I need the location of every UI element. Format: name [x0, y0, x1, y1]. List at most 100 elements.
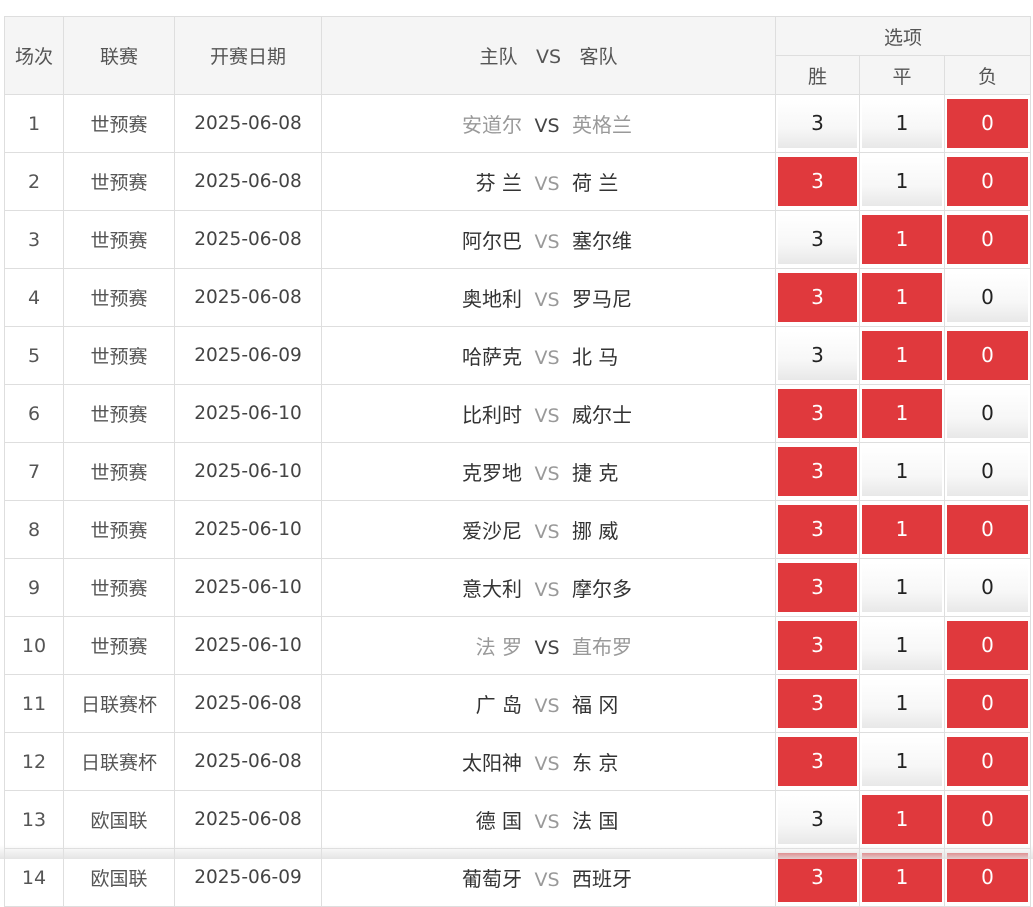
- win-cell: 3: [775, 848, 860, 907]
- win-option-button[interactable]: 3: [778, 389, 857, 438]
- header-home: 主队: [479, 46, 518, 68]
- draw-option-button[interactable]: 1: [862, 621, 942, 670]
- match-date: 2025-06-10: [174, 384, 322, 443]
- match-teams: 奥地利 VS 罗马尼: [321, 268, 776, 327]
- vs-label: VS: [534, 463, 560, 485]
- draw-option-button[interactable]: 1: [862, 853, 942, 902]
- draw-option-button[interactable]: 1: [862, 157, 942, 206]
- win-option-button[interactable]: 3: [778, 795, 857, 844]
- header-date: 开赛日期: [174, 16, 322, 95]
- draw-option-button[interactable]: 1: [862, 447, 942, 496]
- match-index: 4: [4, 268, 64, 327]
- loss-option-button[interactable]: 0: [947, 505, 1029, 554]
- loss-option-button[interactable]: 0: [947, 157, 1029, 206]
- vs-label: VS: [534, 289, 560, 311]
- win-option-button[interactable]: 3: [778, 737, 857, 786]
- home-team: 奥地利: [462, 287, 522, 311]
- home-team: 爱沙尼: [462, 519, 522, 543]
- vs-label: VS: [534, 521, 560, 543]
- match-index: 1: [4, 94, 64, 153]
- loss-cell: 0: [943, 210, 1032, 269]
- league-name: 欧国联: [63, 848, 175, 907]
- match-index: 9: [4, 558, 64, 617]
- loss-option-button[interactable]: 0: [947, 853, 1029, 902]
- header-away: 客队: [579, 46, 618, 68]
- loss-cell: 0: [943, 268, 1032, 327]
- home-team: 克罗地: [462, 461, 522, 485]
- loss-option-button[interactable]: 0: [947, 331, 1029, 380]
- match-teams: 比利时 VS 威尔士: [321, 384, 776, 443]
- win-cell: 3: [775, 384, 860, 443]
- draw-cell: 1: [859, 790, 945, 849]
- match-date: 2025-06-09: [174, 326, 322, 385]
- win-option-button[interactable]: 3: [778, 505, 857, 554]
- draw-option-button[interactable]: 1: [862, 99, 942, 148]
- draw-option-button[interactable]: 1: [862, 215, 942, 264]
- win-option-button[interactable]: 3: [778, 563, 857, 612]
- vs-label: VS: [534, 579, 560, 601]
- draw-option-button[interactable]: 1: [862, 273, 942, 322]
- loss-option-button[interactable]: 0: [947, 795, 1029, 844]
- away-team: 塞尔维: [572, 229, 632, 253]
- match-date: 2025-06-10: [174, 500, 322, 559]
- match-index: 6: [4, 384, 64, 443]
- home-team: 意大利: [462, 577, 522, 601]
- loss-option-button[interactable]: 0: [947, 99, 1029, 148]
- league-name: 日联赛杯: [63, 674, 175, 733]
- vs-label: VS: [534, 231, 560, 253]
- win-option-button[interactable]: 3: [778, 331, 857, 380]
- win-cell: 3: [775, 790, 860, 849]
- draw-option-button[interactable]: 1: [862, 563, 942, 612]
- loss-option-button[interactable]: 0: [947, 621, 1029, 670]
- table-row: 12 日联赛杯 2025-06-08 太阳神 VS 东 京 310: [4, 732, 1032, 791]
- win-option-button[interactable]: 3: [778, 157, 857, 206]
- draw-option-button[interactable]: 1: [862, 505, 942, 554]
- match-teams: 克罗地 VS 捷 克: [321, 442, 776, 501]
- table-row: 2 世预赛 2025-06-08 芬 兰 VS 荷 兰 310: [4, 152, 1032, 211]
- win-option-button[interactable]: 3: [778, 273, 857, 322]
- table-row: 7 世预赛 2025-06-10 克罗地 VS 捷 克 310: [4, 442, 1032, 501]
- table-row: 8 世预赛 2025-06-10 爱沙尼 VS 挪 威 310: [4, 500, 1032, 559]
- away-team: 罗马尼: [572, 287, 632, 311]
- win-option-button[interactable]: 3: [778, 679, 857, 728]
- loss-option-button[interactable]: 0: [947, 273, 1029, 322]
- loss-option-button[interactable]: 0: [947, 737, 1029, 786]
- loss-cell: 0: [943, 674, 1032, 733]
- draw-cell: 1: [859, 152, 945, 211]
- draw-cell: 1: [859, 326, 945, 385]
- win-option-button[interactable]: 3: [778, 447, 857, 496]
- draw-option-button[interactable]: 1: [862, 737, 942, 786]
- loss-option-button[interactable]: 0: [947, 447, 1029, 496]
- loss-option-button[interactable]: 0: [947, 679, 1029, 728]
- win-option-button[interactable]: 3: [778, 853, 857, 902]
- vs-label: VS: [534, 753, 560, 775]
- vs-label: VS: [534, 637, 560, 659]
- draw-cell: 1: [859, 442, 945, 501]
- loss-option-button[interactable]: 0: [947, 563, 1029, 612]
- win-option-button[interactable]: 3: [778, 215, 857, 264]
- draw-option-button[interactable]: 1: [862, 331, 942, 380]
- win-option-button[interactable]: 3: [778, 621, 857, 670]
- draw-option-button[interactable]: 1: [862, 795, 942, 844]
- win-option-button[interactable]: 3: [778, 99, 857, 148]
- vs-label: VS: [534, 811, 560, 833]
- league-name: 世预赛: [63, 326, 175, 385]
- vs-label: VS: [534, 115, 560, 137]
- header-teams: 主队 VS 客队: [321, 16, 776, 95]
- league-name: 世预赛: [63, 384, 175, 443]
- loss-option-button[interactable]: 0: [947, 389, 1029, 438]
- loss-cell: 0: [943, 616, 1032, 675]
- match-index: 12: [4, 732, 64, 791]
- loss-option-button[interactable]: 0: [947, 215, 1029, 264]
- draw-option-button[interactable]: 1: [862, 679, 942, 728]
- away-team: 西班牙: [572, 867, 632, 891]
- table-row: 11 日联赛杯 2025-06-08 广 岛 VS 福 冈 310: [4, 674, 1032, 733]
- loss-cell: 0: [943, 732, 1032, 791]
- table-row: 3 世预赛 2025-06-08 阿尔巴 VS 塞尔维 3 1 0: [4, 210, 1032, 269]
- away-team: 挪 威: [572, 519, 619, 543]
- win-cell: 3: [775, 442, 860, 501]
- win-cell: 3: [775, 326, 860, 385]
- draw-option-button[interactable]: 1: [862, 389, 942, 438]
- match-date: 2025-06-08: [174, 268, 322, 327]
- draw-cell: 1: [859, 848, 945, 907]
